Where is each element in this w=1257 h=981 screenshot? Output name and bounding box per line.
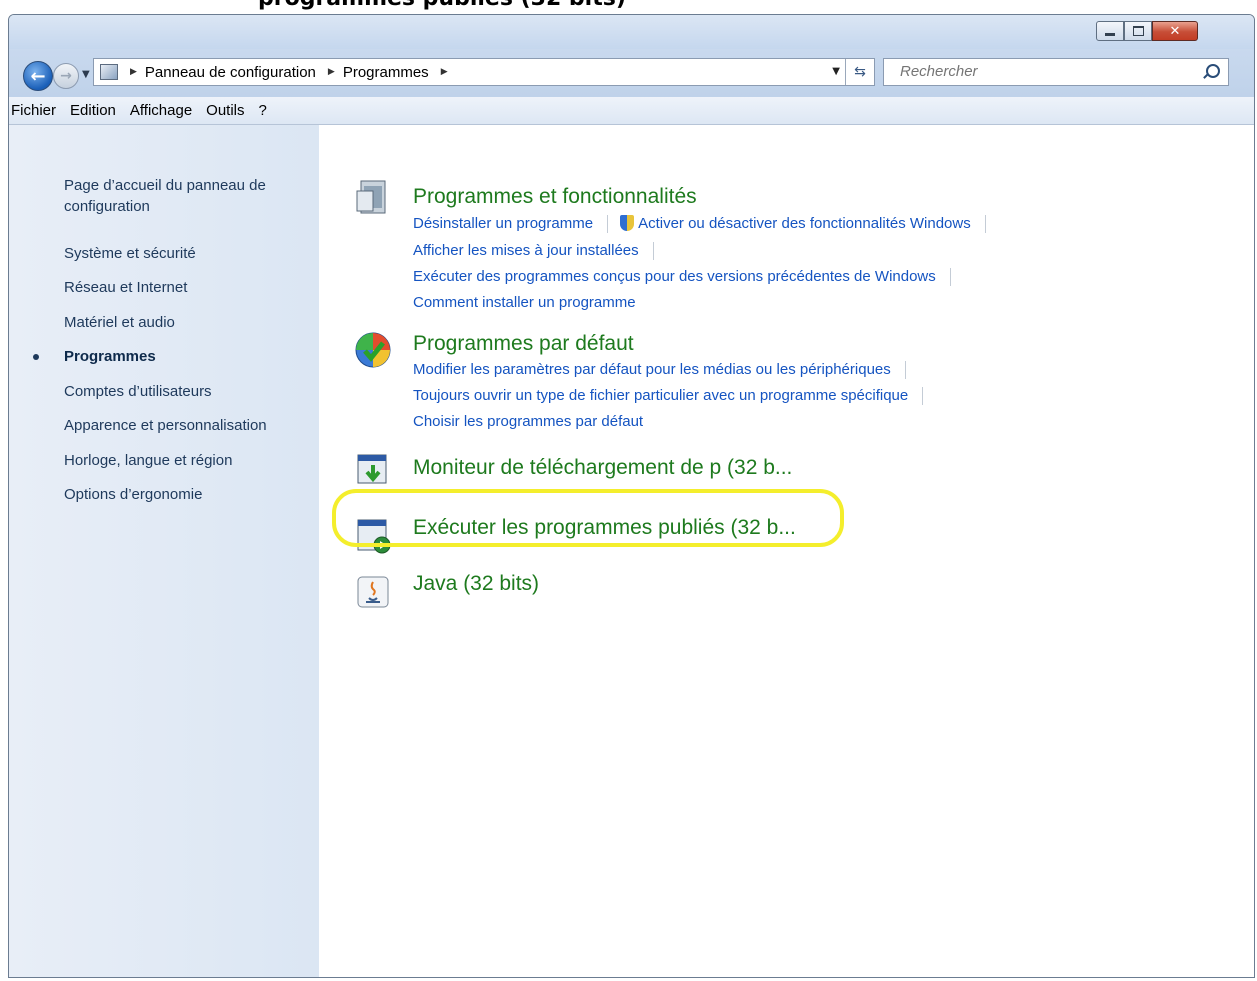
link-separator xyxy=(984,215,986,234)
forward-arrow-icon: → xyxy=(60,68,72,84)
task-links-row-4: Comment installer un programme xyxy=(413,294,636,311)
link-separator xyxy=(904,361,906,380)
search-input[interactable] xyxy=(898,62,1202,81)
category-default-programs-title[interactable]: Programmes par défaut xyxy=(413,332,634,356)
link-separator xyxy=(922,387,924,406)
default-programs-icon xyxy=(355,332,391,368)
menu-edit[interactable]: Edition xyxy=(63,102,123,119)
maximize-button[interactable] xyxy=(1124,21,1152,41)
programs-features-icon xyxy=(356,180,386,214)
choose-default-programs-link[interactable]: Choisir les programmes par défaut xyxy=(413,413,643,430)
media-defaults-link[interactable]: Modifier les paramètres par défaut pour … xyxy=(413,361,891,378)
sidebar-item-system-security[interactable]: Système et sécurité xyxy=(64,243,309,264)
breadcrumb-programs[interactable]: Programmes xyxy=(343,64,429,81)
uac-shield-icon xyxy=(620,215,635,231)
task-links-row-3: Exécuter des programmes conçus pour des … xyxy=(413,268,963,287)
link-separator xyxy=(652,242,654,261)
main-content: Programmes et fonctionnalités Désinstall… xyxy=(319,125,1254,977)
back-button[interactable]: ← xyxy=(23,61,53,91)
sidebar-item-programs[interactable]: Programmes xyxy=(64,346,309,367)
menu-help[interactable]: ? xyxy=(252,102,274,119)
sidebar-item-clock-region[interactable]: Horloge, langue et région xyxy=(64,450,309,471)
menu-view[interactable]: Affichage xyxy=(123,102,199,119)
minimize-icon xyxy=(1105,32,1115,36)
category-programs-features-title[interactable]: Programmes et fonctionnalités xyxy=(413,185,697,209)
sidebar-item-ease-of-access[interactable]: Options d’ergonomie xyxy=(64,484,309,505)
search-box xyxy=(883,58,1229,86)
breadcrumb-chevron-icon[interactable]: ▶ xyxy=(130,67,137,77)
close-icon: ✕ xyxy=(1169,23,1181,39)
sidebar-item-hardware[interactable]: Matériel et audio xyxy=(64,312,309,333)
file-association-link[interactable]: Toujours ouvrir un type de fichier parti… xyxy=(413,387,908,404)
download-monitor-title[interactable]: Moniteur de téléchargement de p (32 b... xyxy=(413,456,792,480)
installed-updates-link[interactable]: Afficher les mises à jour installées xyxy=(413,242,639,259)
minimize-button[interactable] xyxy=(1096,21,1124,41)
page-header-text: programmes publiés (32 bits) xyxy=(258,0,626,11)
uninstall-program-link[interactable]: Désinstaller un programme xyxy=(413,215,593,232)
address-bar: ← → ▼ ▶ Panneau de configuration ▶ Progr… xyxy=(9,49,1254,97)
control-panel-icon xyxy=(100,64,118,80)
default-links-row-1: Modifier les paramètres par défaut pour … xyxy=(413,361,918,380)
menu-bar: Fichier Edition Affichage Outils ? xyxy=(9,97,1254,125)
default-links-row-3: Choisir les programmes par défaut xyxy=(413,413,643,430)
address-box[interactable]: ▶ Panneau de configuration ▶ Programmes … xyxy=(93,58,875,86)
task-links-row-2: Afficher les mises à jour installées xyxy=(413,242,666,261)
java-title[interactable]: Java (32 bits) xyxy=(413,572,539,596)
title-bar: ✕ xyxy=(9,15,1254,49)
breadcrumb-control-panel[interactable]: Panneau de configuration xyxy=(145,64,316,81)
active-bullet-icon xyxy=(33,354,39,360)
sidebar-item-home[interactable]: Page d’accueil du panneau de configurati… xyxy=(64,175,309,217)
download-monitor-icon xyxy=(357,454,387,484)
breadcrumb-chevron-icon[interactable]: ▶ xyxy=(328,67,335,77)
how-to-install-link[interactable]: Comment installer un programme xyxy=(413,294,636,311)
menu-file[interactable]: Fichier xyxy=(9,102,63,119)
back-arrow-icon: ← xyxy=(30,65,46,87)
sidebar: Page d’accueil du panneau de configurati… xyxy=(9,125,319,977)
sidebar-item-appearance[interactable]: Apparence et personnalisation xyxy=(64,415,309,436)
recent-pages-dropdown[interactable]: ▼ xyxy=(82,69,90,80)
java-icon xyxy=(357,576,389,608)
refresh-icon: ⇆ xyxy=(854,64,866,80)
link-separator xyxy=(607,215,609,234)
highlight-annotation xyxy=(332,489,844,547)
sidebar-item-user-accounts[interactable]: Comptes d’utilisateurs xyxy=(64,381,309,402)
task-links-row-1: Désinstaller un programme Activer ou désa… xyxy=(413,215,998,234)
sidebar-item-network[interactable]: Réseau et Internet xyxy=(64,277,309,298)
search-icon[interactable] xyxy=(1206,64,1220,78)
close-button[interactable]: ✕ xyxy=(1152,21,1198,41)
maximize-icon xyxy=(1132,26,1144,36)
address-dropdown-icon[interactable]: ▼ xyxy=(832,66,840,77)
windows-features-link[interactable]: Activer ou désactiver des fonctionnalité… xyxy=(638,215,971,232)
compatibility-link[interactable]: Exécuter des programmes conçus pour des … xyxy=(413,268,936,285)
default-links-row-2: Toujours ouvrir un type de fichier parti… xyxy=(413,387,935,406)
page-header: programmes publiés (32 bits) xyxy=(0,0,1257,14)
refresh-button[interactable]: ⇆ xyxy=(845,59,874,85)
forward-button[interactable]: → xyxy=(53,63,79,89)
menu-tools[interactable]: Outils xyxy=(199,102,251,119)
link-separator xyxy=(949,268,951,287)
breadcrumb-chevron-icon[interactable]: ▶ xyxy=(441,67,448,77)
